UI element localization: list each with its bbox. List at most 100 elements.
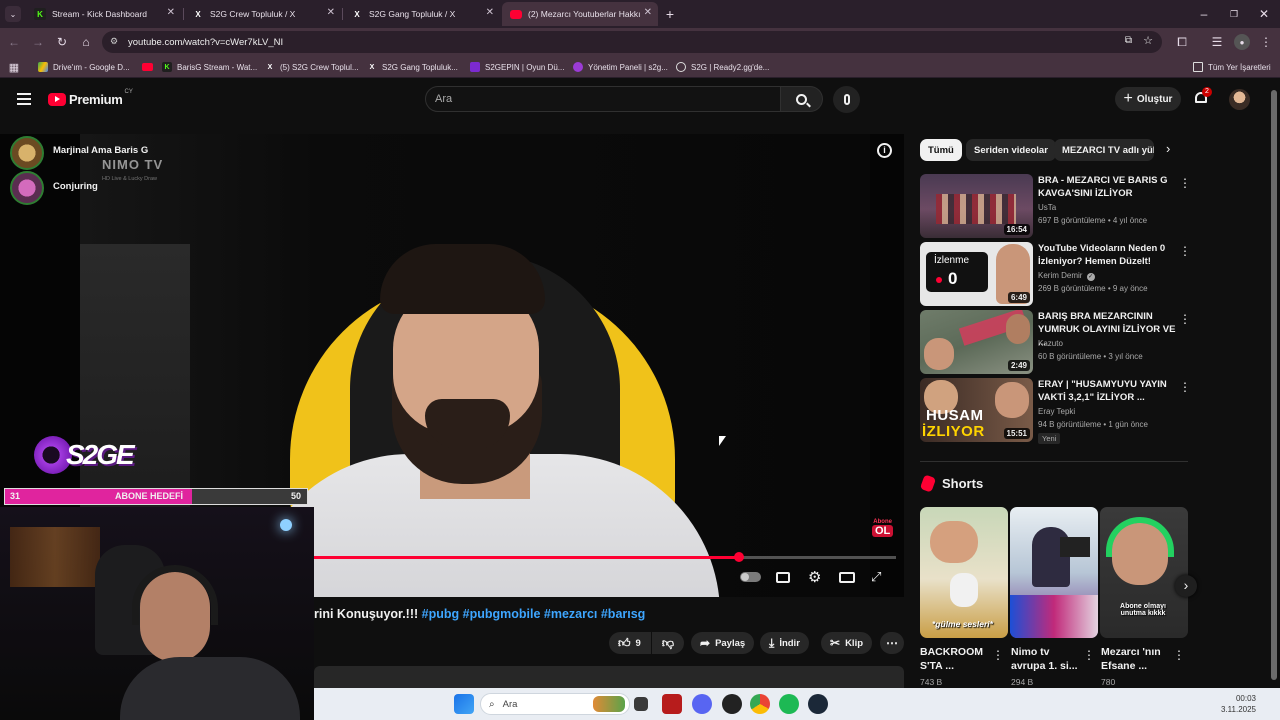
app-netflix-icon[interactable] bbox=[662, 694, 682, 714]
chips-next-icon[interactable]: › bbox=[1166, 141, 1170, 156]
shorts-next-button[interactable]: › bbox=[1175, 575, 1197, 597]
youtube-premium-logo[interactable]: Premium CY bbox=[48, 89, 133, 107]
chip-series[interactable]: Seriden videolar bbox=[966, 139, 1056, 161]
bookmark-s2g-gang[interactable]: X S2G Gang Topluluk... bbox=[367, 60, 458, 74]
bookmark-ready2gg[interactable]: S2G | Ready2.gg'de... bbox=[676, 60, 769, 74]
home-icon[interactable]: ⌂ bbox=[78, 34, 94, 50]
hashtags[interactable]: #pubg #pubgmobile #mezarcı #barısg bbox=[422, 607, 646, 621]
more-options-icon[interactable]: ⋮ bbox=[992, 648, 1004, 662]
chip-all[interactable]: Tümü bbox=[920, 139, 962, 161]
share-button[interactable]: ➦ Paylaş bbox=[691, 632, 755, 654]
more-options-icon[interactable]: ⋮ bbox=[1179, 244, 1191, 258]
more-options-icon[interactable]: ⋮ bbox=[1179, 380, 1191, 394]
tab-search-icon[interactable]: ⌄ bbox=[5, 6, 21, 22]
bookmark-s2gepin[interactable]: S2GEPIN | Oyun Dü... bbox=[470, 60, 564, 74]
task-view-icon[interactable] bbox=[634, 697, 648, 711]
profile-avatar[interactable]: ● bbox=[1234, 34, 1250, 50]
close-tab-icon[interactable]: ✕ bbox=[644, 7, 652, 18]
like-button[interactable]: 👍︎ 9 bbox=[609, 632, 651, 654]
tab-s2g-gang[interactable]: X S2G Gang Topluluk / X ✕ bbox=[343, 2, 500, 26]
tab-kick-dashboard[interactable]: K Stream - Kick Dashboard ✕ bbox=[26, 2, 181, 26]
short-figure bbox=[950, 573, 978, 607]
bookmark-barisg-stream[interactable]: K BarisG Stream - Wat... bbox=[162, 60, 257, 74]
back-icon[interactable]: ← bbox=[6, 34, 22, 50]
notifications-bell-icon[interactable]: 2 bbox=[1193, 87, 1212, 107]
media-controls-icon[interactable]: ☰ bbox=[1209, 34, 1225, 50]
tab-s2g-crew[interactable]: X S2G Crew Topluluk / X ✕ bbox=[184, 2, 341, 26]
thumbs-up-icon: 👍︎ bbox=[618, 635, 631, 650]
bookmark-drive[interactable]: Drive'ım - Google D... bbox=[38, 60, 130, 74]
address-bar[interactable]: ⚙ youtube.com/watch?v=cWer7kLV_NI ⧉ ☆ bbox=[102, 31, 1162, 53]
chip-channel[interactable]: MEZARCI TV adlı yük bbox=[1054, 139, 1154, 161]
restore-icon[interactable]: ❐ bbox=[1226, 6, 1242, 22]
tab-youtube-active[interactable]: (2) Mezarcı Youtuberlar Hakkın ✕ bbox=[502, 2, 658, 26]
close-tab-icon[interactable]: ✕ bbox=[486, 7, 494, 18]
bookmark-youtube[interactable] bbox=[142, 60, 158, 74]
search-button[interactable] bbox=[781, 86, 823, 112]
taskbar-clock[interactable]: 00:03 3.11.2025 bbox=[1221, 693, 1256, 715]
account-avatar[interactable] bbox=[1229, 89, 1250, 110]
new-tab-icon[interactable]: + bbox=[662, 6, 678, 22]
short-title[interactable]: Mezarcı 'nın Efsane ... bbox=[1101, 645, 1171, 673]
minimize-icon[interactable]: – bbox=[1196, 6, 1212, 22]
create-button[interactable]: + Oluştur bbox=[1115, 87, 1181, 111]
overlay-channel-name-1: Marjinal Ama Baris G bbox=[53, 145, 149, 156]
windows-start-icon[interactable] bbox=[454, 694, 474, 714]
video-info-icon[interactable]: i bbox=[877, 143, 892, 158]
bookmark-yonetim[interactable]: Yönetim Paneli | s2g... bbox=[573, 60, 668, 74]
video-thumbnail[interactable]: 2:49 bbox=[920, 310, 1033, 374]
more-options-icon[interactable]: ⋮ bbox=[1179, 312, 1191, 326]
recommendation-item[interactable]: HUSAM İZLIYOR 15:51 ERAY | "HUSAMYUYU YA… bbox=[920, 378, 1191, 450]
recommendation-item[interactable]: 16:54 BRA - MEZARCI VE BARIS G KAVGA'SIN… bbox=[920, 174, 1191, 238]
dislike-button[interactable]: 👎︎ bbox=[652, 632, 684, 654]
apps-grid-icon[interactable]: ▦ bbox=[6, 59, 22, 75]
more-options-icon[interactable]: ⋮ bbox=[1173, 648, 1185, 662]
short-thumbnail[interactable]: Abone olmayı unutma kıkkk bbox=[1100, 507, 1188, 638]
app-discord-icon[interactable] bbox=[692, 694, 712, 714]
progress-scrubber[interactable] bbox=[733, 552, 744, 562]
app-steam-icon[interactable] bbox=[808, 694, 828, 714]
video-thumbnail[interactable]: HUSAM İZLIYOR 15:51 bbox=[920, 378, 1033, 442]
bookmark-star-icon[interactable]: ☆ bbox=[1143, 34, 1153, 47]
app-spotify-icon[interactable] bbox=[779, 694, 799, 714]
browser-menu-icon[interactable]: ⋮ bbox=[1258, 34, 1274, 50]
close-tab-icon[interactable]: ✕ bbox=[167, 7, 175, 18]
hamburger-menu-icon[interactable] bbox=[17, 93, 31, 105]
all-bookmarks-folder[interactable]: Tüm Yer İşaretleri bbox=[1193, 60, 1271, 74]
app-chrome-icon[interactable] bbox=[750, 694, 770, 714]
download-button[interactable]: ⤓ İndir bbox=[760, 632, 809, 654]
theater-mode-icon[interactable] bbox=[839, 572, 855, 583]
voice-search-button[interactable] bbox=[833, 86, 860, 113]
close-window-icon[interactable]: ✕ bbox=[1256, 6, 1272, 22]
autoplay-toggle[interactable] bbox=[740, 572, 761, 582]
short-title[interactable]: Nimo tv avrupa 1. si... bbox=[1011, 645, 1083, 673]
page-scrollbar[interactable] bbox=[1271, 90, 1277, 680]
taskbar-search[interactable]: ⌕ Ara bbox=[480, 693, 630, 715]
progress-bar-track[interactable] bbox=[314, 552, 896, 562]
description-box[interactable] bbox=[314, 666, 904, 688]
short-thumbnail[interactable] bbox=[1010, 507, 1098, 638]
more-actions-button[interactable]: ⋯ bbox=[880, 632, 904, 654]
close-tab-icon[interactable]: ✕ bbox=[327, 7, 335, 18]
app-obs-icon[interactable] bbox=[722, 694, 742, 714]
reload-icon[interactable]: ↻ bbox=[54, 34, 70, 50]
install-app-icon[interactable]: ⧉ bbox=[1125, 35, 1132, 46]
short-title[interactable]: BACKROOM S'TA ... bbox=[920, 645, 990, 673]
clip-button[interactable]: ✂ Klip bbox=[821, 632, 873, 654]
bookmark-s2g-crew[interactable]: X (5) S2G Crew Toplul... bbox=[265, 60, 359, 74]
more-options-icon[interactable]: ⋮ bbox=[1179, 176, 1191, 190]
video-thumbnail[interactable]: İzlenme 0 6:49 bbox=[920, 242, 1033, 306]
settings-gear-icon[interactable]: ⚙ bbox=[808, 570, 821, 585]
short-thumbnail[interactable]: *gülme sesleri* bbox=[920, 507, 1008, 638]
video-thumbnail[interactable]: 16:54 bbox=[920, 174, 1033, 238]
captions-icon[interactable] bbox=[776, 572, 790, 583]
recommendation-item[interactable]: 2:49 BARIŞ BRA MEZARCININ YUMRUK OLAYINI… bbox=[920, 310, 1191, 374]
forward-icon[interactable]: → bbox=[30, 34, 46, 50]
fullscreen-icon[interactable]: ⤢ bbox=[871, 570, 881, 584]
more-options-icon[interactable]: ⋮ bbox=[1083, 648, 1095, 662]
recommendation-item[interactable]: İzlenme 0 6:49 YouTube Videoların Neden … bbox=[920, 242, 1191, 306]
site-info-icon[interactable]: ⚙ bbox=[110, 36, 118, 47]
search-input[interactable]: Ara bbox=[425, 86, 781, 112]
extensions-icon[interactable]: ⧠ bbox=[1174, 34, 1190, 50]
channel-avatar-2 bbox=[10, 171, 44, 205]
